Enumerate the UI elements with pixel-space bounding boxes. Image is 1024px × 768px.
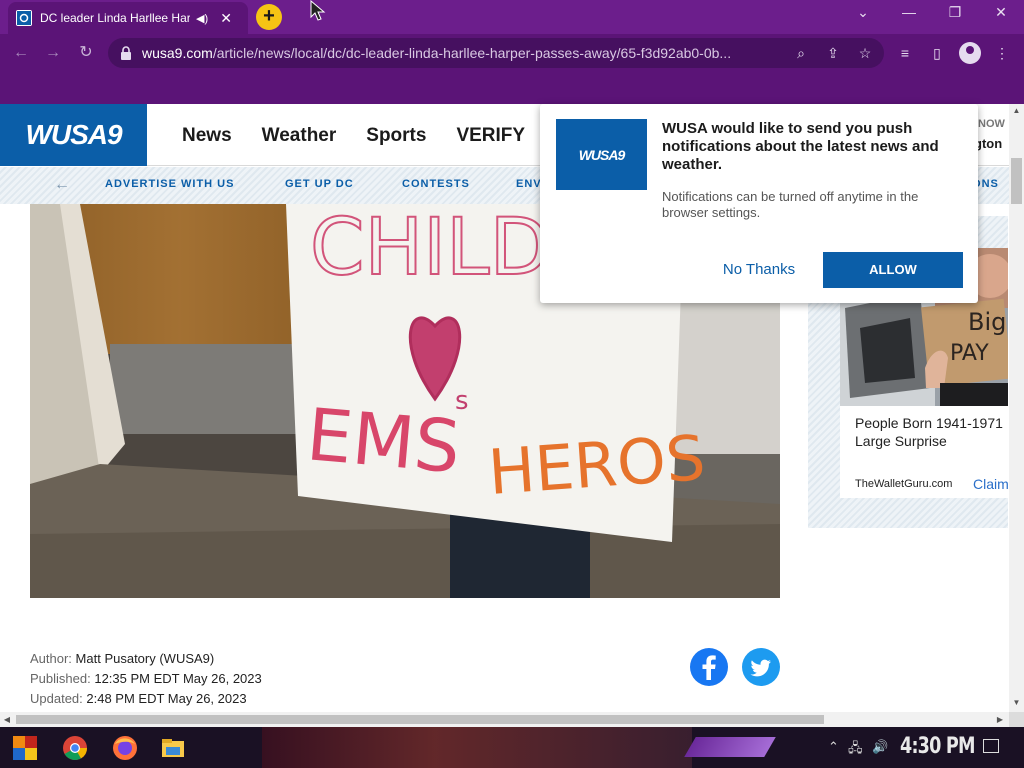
network-icon[interactable]: 🖧 <box>848 739 863 761</box>
scroll-right-arrow-icon[interactable]: ▶ <box>993 712 1007 727</box>
sign-text-ems: EMS <box>304 392 464 489</box>
start-button[interactable] <box>10 733 40 763</box>
author-label: Author: <box>30 651 72 666</box>
published-date: 12:35 PM EDT May 26, 2023 <box>94 671 262 686</box>
file-explorer-icon[interactable] <box>160 735 186 761</box>
site-logo[interactable]: WUSA9 <box>0 104 147 166</box>
updated-label: Updated: <box>30 691 83 706</box>
horizontal-scroll-thumb[interactable] <box>16 715 824 724</box>
profile-avatar-icon[interactable] <box>959 42 981 64</box>
url-domain: wusa9.com <box>142 45 213 61</box>
ad-headline[interactable]: People Born 1941-1971 Large Surprise <box>855 414 1008 450</box>
share-icon[interactable]: ⇪ <box>824 44 842 62</box>
popup-logo: WUSA9 <box>556 119 647 190</box>
byline-author: Author: Matt Pusatory (WUSA9) <box>30 651 214 666</box>
tab-title: DC leader Linda Harllee Harper passes aw… <box>40 11 190 25</box>
site-top-band <box>0 72 1024 104</box>
nav-sports[interactable]: Sports <box>366 125 426 147</box>
main-nav: News Weather Sports VERIFY <box>182 125 555 147</box>
speaker-icon[interactable]: ◀) <box>196 12 208 25</box>
address-bar[interactable]: wusa9.com/article/news/local/dc/dc-leade… <box>108 38 884 68</box>
close-window-button[interactable]: ✕ <box>986 4 1016 21</box>
scroll-down-arrow-icon[interactable]: ▼ <box>1009 696 1024 710</box>
push-notification-dialog: WUSA9 WUSA would like to send you push n… <box>540 104 978 303</box>
url-path: /article/news/local/dc/dc-leader-linda-h… <box>212 45 732 61</box>
volume-icon[interactable]: 🔊 <box>872 739 888 755</box>
taskbar-decoration <box>684 737 776 757</box>
firefox-icon[interactable] <box>112 735 138 761</box>
facebook-share-button[interactable] <box>690 648 728 686</box>
taskbar: ⌃ 🖧 🔊 4:30 PM <box>0 727 1024 768</box>
url-text[interactable]: wusa9.com/article/news/local/dc/dc-leade… <box>142 45 788 61</box>
new-tab-button[interactable]: + <box>256 4 282 30</box>
vertical-scroll-thumb[interactable] <box>1011 158 1022 204</box>
forward-arrow-icon[interactable]: → <box>42 43 64 65</box>
site-favicon-icon <box>16 10 32 26</box>
ad-headline-line2: Large Surprise <box>855 433 947 449</box>
lock-icon <box>121 46 131 60</box>
byline-updated: Updated: 2:48 PM EDT May 26, 2023 <box>30 691 247 706</box>
browser-tabstrip: DC leader Linda Harllee Harper passes aw… <box>0 0 1024 34</box>
no-thanks-button[interactable]: No Thanks <box>715 252 803 288</box>
popup-description: Notifications can be turned off anytime … <box>662 189 919 220</box>
sign-text-heros: HEROS <box>486 421 708 509</box>
allow-button[interactable]: ALLOW <box>823 252 963 288</box>
search-icon[interactable]: ⌕ <box>792 44 810 62</box>
region-label: gton <box>974 136 1003 151</box>
chrome-icon[interactable] <box>62 735 88 761</box>
browser-toolbar: ← → ↻ wusa9.com/article/news/local/dc/dc… <box>0 34 1024 72</box>
twitter-share-button[interactable] <box>742 648 780 686</box>
twitter-icon <box>750 659 771 677</box>
tray-chevron-icon[interactable]: ⌃ <box>828 739 839 755</box>
horizontal-scrollbar[interactable]: ◀ ▶ <box>0 712 1009 727</box>
restore-button[interactable]: ❐ <box>940 4 970 21</box>
site-logo-text: WUSA9 <box>25 119 122 150</box>
subnav-env[interactable]: ENV <box>516 178 542 190</box>
bookmark-star-icon[interactable]: ☆ <box>856 44 874 62</box>
tab-search-chevron-icon[interactable]: ⌄ <box>848 4 878 21</box>
ad-claim-link[interactable]: Claim <box>973 476 1008 492</box>
media-control-icon[interactable]: ≡ <box>894 43 916 65</box>
screen: DC leader Linda Harllee Harper passes aw… <box>0 0 1024 768</box>
scroll-left-arrow-icon[interactable]: ◀ <box>0 712 14 727</box>
nav-verify[interactable]: VERIFY <box>456 125 525 147</box>
now-label: NOW <box>978 118 1005 130</box>
ad-headline-line1: People Born 1941-1971 <box>855 415 1003 431</box>
updated-date: 2:48 PM EDT May 26, 2023 <box>86 691 247 706</box>
nav-news[interactable]: News <box>182 125 232 147</box>
scroll-up-arrow-icon[interactable]: ▲ <box>1009 104 1024 118</box>
side-panel-icon[interactable]: ▯ <box>926 43 948 65</box>
nav-weather[interactable]: Weather <box>262 125 337 147</box>
published-label: Published: <box>30 671 91 686</box>
vertical-scrollbar[interactable]: ▲ ▼ <box>1009 104 1024 712</box>
back-arrow-icon[interactable]: ← <box>10 43 32 65</box>
scrollbar-corner <box>1009 712 1024 727</box>
ad-sign-line1: Big <box>968 308 1006 336</box>
minimize-button[interactable]: — <box>894 4 924 20</box>
mouse-cursor-icon <box>310 0 326 21</box>
popup-logo-text: WUSA9 <box>578 146 626 163</box>
byline-published: Published: 12:35 PM EDT May 26, 2023 <box>30 671 262 686</box>
action-center-icon[interactable] <box>983 739 999 753</box>
subnav-left-arrow-icon[interactable]: ← <box>54 176 70 194</box>
subnav-get-up-dc[interactable]: GET UP DC <box>285 178 354 190</box>
subnav-advertise[interactable]: ADVERTISE WITH US <box>105 178 234 190</box>
popup-title: WUSA would like to send you push notific… <box>662 120 939 173</box>
ad-source: TheWalletGuru.com <box>855 478 953 490</box>
facebook-icon <box>702 655 716 680</box>
tab-close-icon[interactable]: ✕ <box>218 10 234 27</box>
browser-tab[interactable]: DC leader Linda Harllee Harper passes aw… <box>8 2 248 34</box>
ad-sign-line2: PAY <box>950 341 989 366</box>
taskbar-wallpaper <box>262 727 692 768</box>
taskbar-clock[interactable]: 4:30 PM <box>900 734 976 759</box>
subnav-contests[interactable]: CONTESTS <box>402 178 470 190</box>
author-name[interactable]: Matt Pusatory (WUSA9) <box>76 651 215 666</box>
reload-icon[interactable]: ↻ <box>75 43 97 65</box>
browser-menu-icon[interactable]: ⋮ <box>991 43 1013 65</box>
